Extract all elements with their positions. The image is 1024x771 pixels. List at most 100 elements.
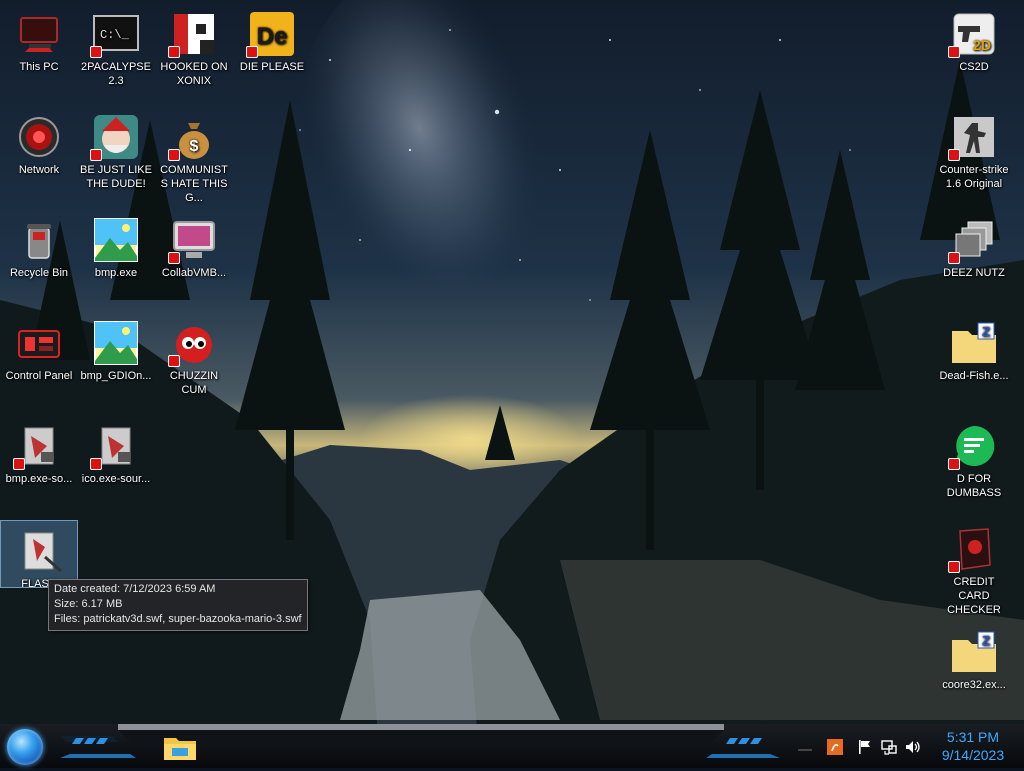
desktop-icon-recycle-bin[interactable]: Recycle Bin — [1, 210, 77, 280]
shortcut-badge-icon — [90, 458, 102, 470]
shortcut-badge-icon — [246, 46, 258, 58]
desktop-icon-label: DEEZ NUTZ — [943, 267, 1005, 279]
santa-face-icon — [90, 113, 140, 161]
shortcut-badge-icon — [90, 149, 102, 161]
recycle-bin-icon — [15, 216, 63, 264]
desktop-icon-label: Counter-strike 1.6 Original — [939, 164, 1009, 190]
shortcut-badge-icon — [168, 46, 180, 58]
shortcut-badge-icon — [90, 46, 102, 58]
desktop-icon-label: bmp_GDIOn... — [80, 370, 152, 382]
clock-date: 9/14/2023 — [941, 747, 1005, 763]
network-icon — [15, 113, 63, 161]
desktop-icon-bmp-gdionly[interactable]: bmp_GDIOn... — [78, 313, 154, 383]
desktop-icon-label: coore32.ex... — [942, 679, 1006, 691]
svg-text:De: De — [257, 23, 288, 50]
archive-file-icon — [90, 422, 140, 470]
shortcut-badge-icon — [948, 252, 960, 264]
desktop-icon-label: CS2D — [959, 61, 989, 73]
svg-text:Z: Z — [982, 324, 990, 339]
volume-icon[interactable] — [904, 738, 922, 756]
file-explorer-icon — [164, 738, 196, 760]
desktop-icon-label: Network — [18, 164, 60, 176]
desktop-icon-be-just-like-the-dude[interactable]: BE JUST LIKE THE DUDE! — [78, 107, 154, 191]
flash-archive-icon — [15, 527, 63, 575]
svg-text:Z: Z — [982, 633, 990, 648]
shortcut-badge-icon — [948, 149, 960, 161]
shortcut-badge-icon — [13, 458, 25, 470]
desktop-icon-label: CHUZZIN CUM — [169, 370, 219, 396]
desktop-icon-label: Recycle Bin — [9, 267, 69, 279]
money-bag-icon: $ — [168, 113, 218, 161]
chuzzle-creature-icon — [168, 319, 218, 367]
image-file-icon — [92, 216, 140, 264]
network-hidden-icon[interactable] — [796, 738, 814, 756]
stacked-windows-icon — [948, 216, 998, 264]
desktop-icon-this-pc[interactable]: This PC — [1, 4, 77, 74]
desktop-icon-hooked-on-xonix[interactable]: HOOKED ON XONIX — [156, 4, 232, 88]
desktop-icon-d-for-dumbass[interactable]: D FOR DUMBASS — [936, 416, 1012, 500]
desktop-icon-2pacalypse[interactable]: C:\_ 2PACALYPSE 2.3 — [78, 4, 154, 88]
taskbar-file-explorer[interactable] — [160, 730, 200, 766]
desktop-icon-ico-exe-source[interactable]: ico.exe-sour... — [78, 416, 154, 486]
file-info-tooltip: Date created: 7/12/2023 6:59 AM Size: 6.… — [48, 579, 308, 631]
desktop-icon-label: bmp.exe-so... — [5, 473, 73, 485]
shortcut-badge-icon — [168, 149, 180, 161]
taskbar-clock[interactable]: 5:31 PM 9/14/2023 — [928, 728, 1018, 764]
desktop-icon-label: This PC — [19, 61, 59, 73]
desktop-icon-dead-fish[interactable]: Z Dead-Fish.e... — [936, 313, 1012, 383]
desktop-icon-label: CREDIT CARD CHECKER — [947, 576, 1001, 616]
svg-text:C:\_: C:\_ — [100, 28, 130, 42]
start-button[interactable] — [7, 729, 43, 765]
desktop-icon-deez-nutz[interactable]: DEEZ NUTZ — [936, 210, 1012, 280]
shortcut-badge-icon — [168, 252, 180, 264]
desktop-icon-label: CollabVMB... — [161, 267, 227, 279]
desktop-icon-label: DIE PLEASE — [239, 61, 305, 73]
desktop-icon-label: BE JUST LIKE THE DUDE! — [80, 164, 152, 190]
zip-folder-icon: Z — [950, 319, 998, 367]
java-update-icon[interactable] — [826, 738, 844, 756]
svg-text:$: $ — [190, 138, 199, 155]
action-center-flag-icon[interactable] — [856, 738, 874, 756]
desktop-icon-label: Dead-Fish.e... — [939, 370, 1009, 382]
desktop-icon-chuzzin-cum[interactable]: CHUZZIN CUM — [156, 313, 232, 397]
counter-strike-icon — [948, 113, 998, 161]
desktop-icon-control-panel[interactable]: Control Panel — [1, 313, 77, 383]
control-panel-icon — [15, 319, 63, 367]
cs2d-game-icon: 2D — [948, 10, 998, 58]
collabvm-monitor-icon — [168, 216, 218, 264]
svg-text:2D: 2D — [973, 37, 991, 53]
archive-file-icon — [13, 422, 63, 470]
green-chat-bubble-icon — [948, 422, 998, 470]
desktop-icon-bmp-exe[interactable]: bmp.exe — [78, 210, 154, 280]
desktop-icon-label: bmp.exe — [94, 267, 138, 279]
desktop-icon-coore32[interactable]: Z coore32.ex... — [936, 622, 1012, 692]
desktop-icon-label: D FOR DUMBASS — [946, 473, 1002, 499]
network-icon[interactable] — [880, 738, 898, 756]
shortcut-badge-icon — [948, 561, 960, 573]
desktop-icon-label: ico.exe-sour... — [81, 473, 151, 485]
desktop-icon-die-please[interactable]: De DIE PLEASE — [234, 4, 310, 74]
desktop-icon-network[interactable]: Network — [1, 107, 77, 177]
shortcut-badge-icon — [948, 46, 960, 58]
desktop-icon-cs2d[interactable]: 2D CS2D — [936, 4, 1012, 74]
desktop-icon-credit-card-checker[interactable]: CREDIT CARD CHECKER — [936, 519, 1012, 617]
terminal-icon: C:\_ — [90, 10, 140, 58]
dark-book-icon — [948, 525, 998, 573]
desktop-icon-counter-strike[interactable]: Counter-strike 1.6 Original — [936, 107, 1012, 191]
zip-folder-icon: Z — [950, 628, 998, 676]
image-file-icon — [92, 319, 140, 367]
desktop-icon-bmp-exe-source[interactable]: bmp.exe-so... — [1, 416, 77, 486]
desktop-icon-flash[interactable]: FLASH — [0, 520, 78, 590]
die-please-logo-icon: De — [246, 10, 296, 58]
desktop-icon-label: 2PACALYPSE 2.3 — [81, 61, 151, 87]
shortcut-badge-icon — [168, 355, 180, 367]
desktop-icon-label: Control Panel — [5, 370, 73, 382]
desktop-icon-label: HOOKED ON XONIX — [160, 61, 228, 87]
this-pc-icon — [15, 10, 63, 58]
clock-time: 5:31 PM — [946, 729, 1000, 745]
desktop-icon-collabvm[interactable]: CollabVMB... — [156, 210, 232, 280]
xonix-game-icon — [168, 10, 218, 58]
shortcut-badge-icon — [948, 458, 960, 470]
tooltip-date-created: Date created: 7/12/2023 6:59 AM — [54, 583, 216, 595]
desktop-icon-communists-hate-this[interactable]: $ COMMUNISTS HATE THIS G... — [156, 107, 232, 205]
